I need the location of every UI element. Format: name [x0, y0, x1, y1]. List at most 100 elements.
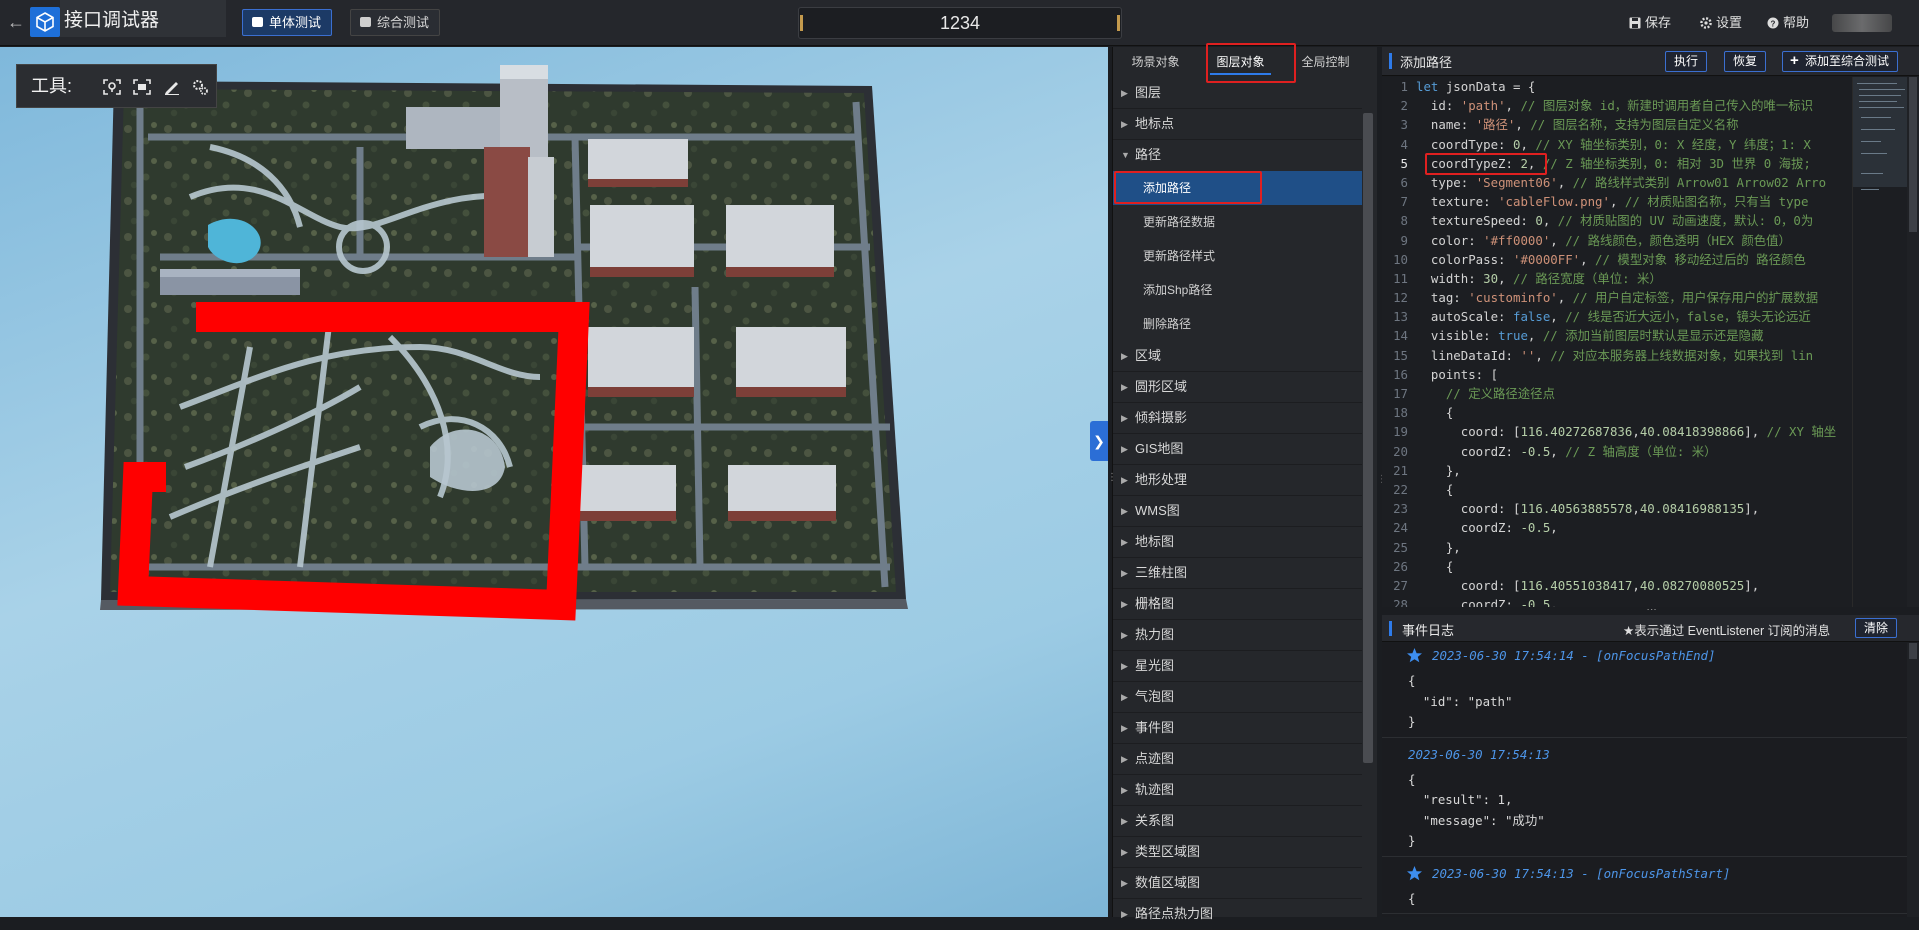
caret-right-icon: ▶: [1121, 351, 1128, 361]
line-text: colorPass: '#0000FF', // 模型对象 移动经过后的 路径颜…: [1416, 251, 1806, 267]
tree-sub-update-path-data[interactable]: 更新路径数据: [1113, 205, 1362, 239]
code-line[interactable]: 4 coordType: 0, // XY 轴坐标类别，0: X 经度，Y 纬度…: [1382, 135, 1852, 154]
code-line[interactable]: 2 id: 'path', // 图层对象 id，新建时调用者自己传入的唯一标识: [1382, 96, 1852, 115]
code-line[interactable]: 27 coord: [116.40551038417,40.0827008052…: [1382, 576, 1852, 595]
run-button[interactable]: 执行: [1665, 51, 1708, 72]
tree-item-type-region[interactable]: ▶ 类型区域图: [1113, 837, 1362, 868]
cube-icon: [252, 17, 263, 27]
code-line[interactable]: 1 let jsonData = {: [1382, 77, 1852, 96]
tree-item-wms[interactable]: ▶ WMS图: [1113, 496, 1362, 527]
log-scrollbar[interactable]: [1907, 643, 1919, 917]
caret-right-icon: ▶: [1121, 444, 1128, 454]
code-line[interactable]: 26 {: [1382, 557, 1852, 576]
restore-button[interactable]: 恢复: [1724, 51, 1767, 72]
scene-viewport[interactable]: 工具: ❯: [0, 47, 1108, 917]
splitter-handle[interactable]: ⋮: [1646, 605, 1657, 615]
clear-log-button[interactable]: 清除: [1855, 618, 1898, 638]
tree-item-circle-region[interactable]: ▶ 圆形区域: [1113, 372, 1362, 403]
minimap-line: [1859, 101, 1897, 102]
code-line[interactable]: 12 tag: 'custominfo', // 用户自定标签，用户保存用户的扩…: [1382, 288, 1852, 307]
tab-integrated-test[interactable]: 综合测试: [350, 9, 441, 36]
pen-icon[interactable]: [163, 79, 181, 95]
code-line[interactable]: 24 coordZ: -0.5,: [1382, 518, 1852, 537]
tree-item-value-region[interactable]: ▶ 数值区域图: [1113, 868, 1362, 899]
settings-label: 设置: [1716, 15, 1743, 30]
tree-item-label: 图层: [1135, 85, 1162, 100]
scroll-thumb[interactable]: [1909, 643, 1917, 659]
tree-item-3d-bar[interactable]: ▶ 三维柱图: [1113, 558, 1362, 589]
tab-single-test[interactable]: 单体测试: [242, 9, 333, 36]
code-line[interactable]: 18 {: [1382, 403, 1852, 422]
code-line[interactable]: 17 // 定义路径途径点: [1382, 384, 1852, 403]
code-line[interactable]: 10 colorPass: '#0000FF', // 模型对象 移动经过后的 …: [1382, 250, 1852, 269]
tree-item-marker[interactable]: ▶ 地标点: [1113, 109, 1362, 140]
gear-cluster-icon[interactable]: [191, 79, 209, 95]
caret-right-icon: ▶: [1121, 382, 1128, 392]
code-line[interactable]: 16 points: [: [1382, 365, 1852, 384]
minimap-line: [1861, 189, 1879, 190]
code-line[interactable]: 13 autoScale: false, // 线是否近大远小，false，镜头…: [1382, 307, 1852, 326]
code-line[interactable]: 22 {: [1382, 480, 1852, 499]
settings-button[interactable]: 设置: [1700, 14, 1742, 32]
code-line[interactable]: 3 name: '路径', // 图层名称，支持为图层自定义名称: [1382, 115, 1852, 134]
code-line[interactable]: 14 visible: true, // 添加当前图层时默认是显示还是隐藏: [1382, 326, 1852, 345]
code-line[interactable]: 7 texture: 'cableFlow.png', // 材质贴图名称，只有…: [1382, 192, 1852, 211]
line-text: type: 'Segment06', // 路线样式类别 Arrow01 Arr…: [1416, 174, 1827, 190]
line-number: 3: [1400, 117, 1408, 133]
tree-item-heatmap[interactable]: ▶ 热力图: [1113, 620, 1362, 651]
tree-item-point-trace[interactable]: ▶ 点迹图: [1113, 744, 1362, 775]
tree-item-grid-map[interactable]: ▶ 栅格图: [1113, 589, 1362, 620]
svg-text:?: ?: [1771, 19, 1776, 28]
tree-item-path-heat[interactable]: ▶ 路径点热力图: [1113, 899, 1362, 930]
locate-icon[interactable]: [103, 79, 121, 95]
tree-item-relation[interactable]: ▶ 关系图: [1113, 806, 1362, 837]
code-line[interactable]: 15 lineDataId: '', // 对应本服务器上线数据对象，如果找到 …: [1382, 346, 1852, 365]
tree-item-marker-map[interactable]: ▶ 地标图: [1113, 527, 1362, 558]
select-area-icon[interactable]: [133, 79, 151, 95]
code-line[interactable]: 25 },: [1382, 538, 1852, 557]
splitter-handle[interactable]: ⋮: [1107, 472, 1117, 483]
scroll-thumb[interactable]: [1909, 77, 1917, 232]
tree-item-trajectory[interactable]: ▶ 轨迹图: [1113, 775, 1362, 806]
code-line[interactable]: 20 coordZ: -0.5, // Z 轴高度（单位: 米）: [1382, 442, 1852, 461]
minimap-line: [1859, 95, 1901, 96]
tree-sub-delete-path[interactable]: 删除路径: [1113, 307, 1362, 341]
tree-sub-add-shp-path[interactable]: 添加Shp路径: [1113, 273, 1362, 307]
code-line[interactable]: 11 width: 30, // 路径宽度（单位: 米）: [1382, 269, 1852, 288]
code-line[interactable]: 6 type: 'Segment06', // 路线样式类别 Arrow01 A…: [1382, 173, 1852, 192]
code-line[interactable]: 21 },: [1382, 461, 1852, 480]
code-line[interactable]: 8 textureSpeed: 0, // 材质贴图的 UV 动画速度，默认: …: [1382, 211, 1852, 230]
tab-label: 综合测试: [377, 15, 430, 30]
avatar[interactable]: [1832, 14, 1892, 32]
line-number: 6: [1400, 174, 1408, 190]
tree-item-oblique-photo[interactable]: ▶ 倾斜摄影: [1113, 403, 1362, 434]
add-to-integrated-button[interactable]: + 添加至综合测试: [1782, 51, 1899, 72]
arrow-left-icon[interactable]: ←: [6, 12, 26, 32]
tree-item-label: 栅格图: [1135, 596, 1175, 611]
tree-item-label: 热力图: [1135, 627, 1175, 642]
tree-item-layer[interactable]: ▶ 图层: [1113, 78, 1362, 109]
code-line[interactable]: 23 coord: [116.40563885578,40.0841698813…: [1382, 499, 1852, 518]
save-label: 保存: [1645, 15, 1672, 30]
tree-scrollbar[interactable]: [1363, 113, 1373, 763]
code-line[interactable]: 9 color: '#ff0000', // 路线颜色，颜色透明（HEX 颜色值…: [1382, 231, 1852, 250]
tree-item-event[interactable]: ▶ 事件图: [1113, 713, 1362, 744]
tree-item-bubble[interactable]: ▶ 气泡图: [1113, 682, 1362, 713]
code-line[interactable]: 19 coord: [116.40272687836,40.0841839886…: [1382, 422, 1852, 441]
tree-item-label: 路径: [1135, 147, 1162, 162]
top-bar: ← 接口调试器 单体测试 综合测试 1234 保存 设置 ? 帮助: [0, 0, 1919, 46]
tree-item-path[interactable]: ▼ 路径: [1113, 140, 1362, 171]
code-line[interactable]: 28 coordZ: -0.5,: [1382, 595, 1852, 607]
tree-item-starlight[interactable]: ▶ 星光图: [1113, 651, 1362, 682]
tree-item-gis-map[interactable]: ▶ GIS地图: [1113, 434, 1362, 465]
save-button[interactable]: 保存: [1629, 14, 1671, 32]
code-scrollbar[interactable]: [1907, 77, 1919, 607]
code-minimap[interactable]: [1852, 77, 1908, 607]
tree-item-region[interactable]: ▶ 区域: [1113, 341, 1362, 372]
caret-right-icon: ▶: [1121, 847, 1128, 857]
scene-id-input[interactable]: 1234: [798, 7, 1122, 39]
tree-sub-update-path-style[interactable]: 更新路径样式: [1113, 239, 1362, 273]
tree-item-terrain[interactable]: ▶ 地形处理: [1113, 465, 1362, 496]
help-button[interactable]: ? 帮助: [1767, 14, 1809, 32]
panel-collapse-handle[interactable]: ❯: [1090, 421, 1108, 461]
